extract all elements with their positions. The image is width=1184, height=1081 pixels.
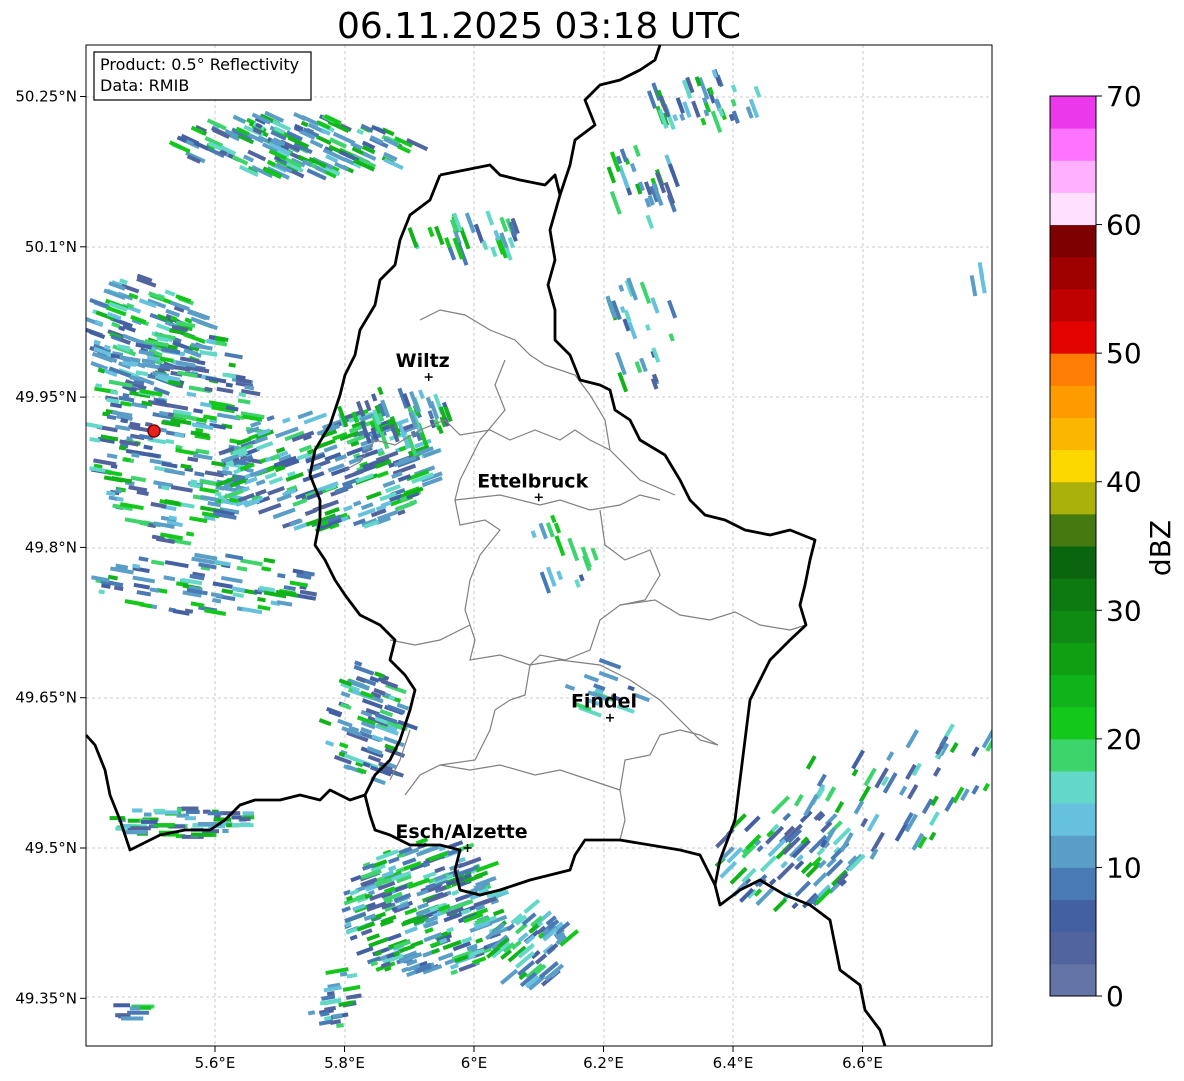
colorbar-segment: [1050, 160, 1096, 193]
echo-cell: [141, 819, 158, 824]
info-box: Product: 0.5° Reflectivity Data: RMIB: [93, 51, 312, 101]
lon-tick-label: 6.2°E: [583, 1054, 624, 1072]
city-label: Wiltz: [396, 350, 450, 372]
echo-cell: [132, 808, 143, 813]
colorbar-segment: [1050, 288, 1096, 322]
echo-cell: [113, 1003, 131, 1008]
city-label: Ettelbruck: [477, 470, 588, 492]
echo-cell: [242, 811, 255, 816]
echo-cell: [222, 828, 229, 833]
colorbar-tick-label: 40: [1106, 466, 1142, 499]
colorbar-tick-label: 50: [1106, 337, 1142, 370]
latitude-ticks: 50.25°N 50.1°N 49.95°N 49.8°N 49.65°N 49.5°N 4…: [15, 88, 86, 1007]
lat-tick-label: 50.25°N: [15, 88, 77, 106]
echo-cell: [181, 806, 199, 811]
map-background: [86, 45, 992, 1046]
colorbar-segment: [1050, 931, 1096, 965]
colorbar-segment: [1050, 224, 1096, 258]
city-label: Findel: [571, 691, 637, 713]
colorbar-tick-label: 30: [1106, 594, 1142, 627]
lat-tick-label: 49.65°N: [15, 689, 77, 707]
lat-tick-label: 50.1°N: [25, 238, 77, 256]
colorbar-segment: [1050, 481, 1096, 515]
lon-tick-label: 5.8°E: [324, 1054, 365, 1072]
colorbar-tick-label: 20: [1106, 723, 1142, 756]
colorbar-segment: [1050, 513, 1096, 547]
echo-cell: [143, 812, 152, 817]
colorbar-segment: [1050, 321, 1096, 354]
radar-site-marker: [147, 424, 161, 438]
colorbar-segment: [1050, 417, 1096, 451]
longitude-ticks: 5.6°E 5.8°E 6°E 6.2°E 6.4°E 6.6°E: [195, 1046, 883, 1072]
info-source: Data: RMIB: [100, 76, 189, 95]
echo-cell: [153, 808, 165, 813]
colorbar-segment: [1050, 192, 1096, 226]
colorbar-segment: [1050, 867, 1096, 901]
map-title: 06.11.2025 03:18 UTC: [337, 6, 741, 47]
lon-tick-label: 5.6°E: [195, 1054, 236, 1072]
echo-cell: [124, 830, 149, 835]
radar-map-figure: 06.11.2025 03:18 UTC WiltzEttelbruckFind…: [15, 6, 1177, 1072]
colorbar-segment: [1050, 353, 1096, 386]
colorbar-segment: [1050, 899, 1096, 933]
colorbar-segment: [1050, 674, 1096, 708]
colorbar-tick-label: 10: [1106, 851, 1142, 884]
colorbar-tick-label: 60: [1106, 209, 1142, 242]
colorbar-segment: [1050, 96, 1096, 129]
city-label: Esch/Alzette: [395, 821, 527, 843]
echo-cell: [127, 826, 151, 831]
echo-cell: [207, 811, 223, 816]
colorbar-segment: [1050, 963, 1096, 997]
lat-tick-label: 49.35°N: [15, 989, 77, 1007]
colorbar-segment: [1050, 642, 1096, 676]
colorbar-segment: [1050, 449, 1096, 483]
colorbar-segment: [1050, 738, 1096, 772]
colorbar-segment: [1050, 610, 1096, 643]
lon-tick-label: 6°E: [461, 1054, 488, 1072]
colorbar-segment: [1050, 835, 1096, 868]
echo-cell: [185, 809, 200, 814]
colorbar-segment: [1050, 706, 1096, 740]
colorbar-segment: [1050, 803, 1096, 836]
echo-cell: [129, 1006, 141, 1011]
colorbar: 0 10 20 30 40 50 60 70: [1049, 80, 1142, 1013]
echo-cell: [127, 1010, 149, 1015]
colorbar-segment: [1050, 771, 1096, 804]
echo-cell: [231, 815, 242, 820]
lat-tick-label: 49.8°N: [25, 538, 77, 556]
colorbar-segment: [1050, 385, 1096, 418]
echo-cell: [231, 823, 254, 828]
lon-tick-label: 6.4°E: [713, 1054, 754, 1072]
lat-tick-label: 49.95°N: [15, 388, 77, 406]
colorbar-segment: [1050, 128, 1096, 161]
colorbar-label: dBZ: [1144, 520, 1177, 576]
colorbar-tick-label: 0: [1106, 980, 1124, 1013]
colorbar-segment: [1050, 578, 1096, 611]
lat-tick-label: 49.5°N: [25, 839, 77, 857]
colorbar-segment: [1050, 546, 1096, 579]
echo-cell: [121, 1016, 144, 1021]
colorbar-segment: [1050, 256, 1096, 290]
colorbar-tick-label: 70: [1106, 80, 1142, 113]
info-product: Product: 0.5° Reflectivity: [100, 55, 299, 74]
lon-tick-label: 6.6°E: [842, 1054, 883, 1072]
echo-cell: [184, 816, 196, 821]
echo-cell: [191, 832, 213, 837]
